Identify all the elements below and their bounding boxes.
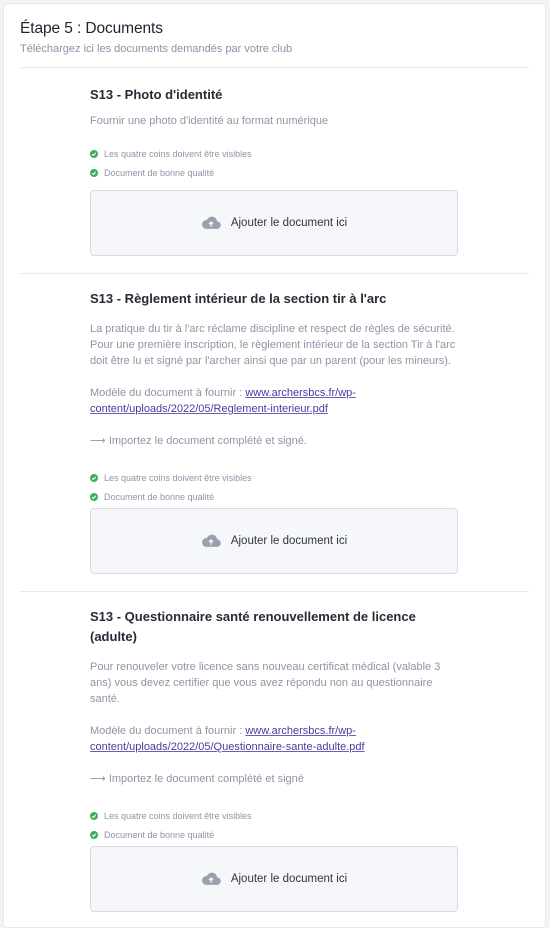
check-circle-icon [90, 474, 98, 482]
description-text: Fournir une photo d'identité au format n… [90, 115, 329, 127]
document-description: Pour renouveler votre licence sans nouve… [90, 659, 458, 787]
upload-label: Ajouter le document ici [230, 873, 348, 885]
requirement-label: Les quatre coins doivent être visibles [104, 811, 252, 821]
document-title: S13 - Règlement intérieur de la section … [90, 291, 387, 306]
upload-dropzone[interactable]: Ajouter le document ici [90, 846, 458, 912]
divider [20, 591, 529, 592]
check-circle-icon [90, 169, 98, 177]
document-title: S13 - Questionnaire santé renouvellement… [90, 609, 416, 644]
requirement-label: Document de bonne qualité [104, 168, 215, 178]
document-description: La pratique du tir à l'arc réclame disci… [90, 321, 458, 449]
instruction-text: ⟶ Importez le document complété et signé… [90, 435, 307, 447]
requirement-label: Les quatre coins doivent être visibles [104, 149, 252, 159]
description-text: La pratique du tir à l'arc réclame disci… [90, 323, 456, 367]
requirement-item: Les quatre coins doivent être visibles [90, 810, 458, 822]
requirement-item: Les quatre coins doivent être visibles [90, 148, 458, 160]
cloud-upload-icon [201, 872, 221, 885]
step-subtitle: Téléchargez ici les documents demandés p… [20, 43, 293, 55]
divider [20, 273, 529, 274]
requirement-label: Les quatre coins doivent être visibles [104, 473, 252, 483]
upload-label: Ajouter le document ici [230, 535, 348, 547]
requirement-item: Document de bonne qualité [90, 829, 458, 841]
document-photo-identite: S13 - Photo d'identité Fournir une photo… [90, 85, 458, 256]
document-questionnaire-sante: S13 - Questionnaire santé renouvellement… [90, 607, 458, 912]
document-reglement-interieur: S13 - Règlement intérieur de la section … [90, 289, 458, 574]
description-text: Pour renouveler votre licence sans nouve… [90, 661, 441, 705]
requirement-item: Document de bonne qualité [90, 167, 458, 179]
cloud-upload-icon [201, 216, 221, 229]
model-line: Modèle du document à fournir : www.arche… [90, 723, 458, 755]
upload-label: Ajouter le document ici [230, 217, 348, 229]
requirement-label: Document de bonne qualité [104, 492, 215, 502]
document-title: S13 - Photo d'identité [90, 87, 223, 102]
cloud-upload-icon [201, 534, 221, 547]
instruction-text: ⟶ Importez le document complété et signé [90, 773, 304, 785]
check-circle-icon [90, 831, 98, 839]
requirement-item: Les quatre coins doivent être visibles [90, 472, 458, 484]
model-line: Modèle du document à fournir : www.arche… [90, 385, 458, 417]
model-label: Modèle du document à fournir : [90, 387, 246, 399]
check-circle-icon [90, 493, 98, 501]
upload-dropzone[interactable]: Ajouter le document ici [90, 190, 458, 256]
step-title: Étape 5 : Documents [20, 20, 163, 37]
model-label: Modèle du document à fournir : [90, 725, 246, 737]
step-header: Étape 5 : Documents Téléchargez ici les … [20, 19, 529, 56]
requirement-item: Document de bonne qualité [90, 491, 458, 503]
divider [20, 67, 529, 68]
check-circle-icon [90, 812, 98, 820]
check-circle-icon [90, 150, 98, 158]
upload-dropzone[interactable]: Ajouter le document ici [90, 508, 458, 574]
requirement-label: Document de bonne qualité [104, 830, 215, 840]
document-description: Fournir une photo d'identité au format n… [90, 113, 458, 129]
documents-step-card: Étape 5 : Documents Téléchargez ici les … [3, 3, 546, 928]
